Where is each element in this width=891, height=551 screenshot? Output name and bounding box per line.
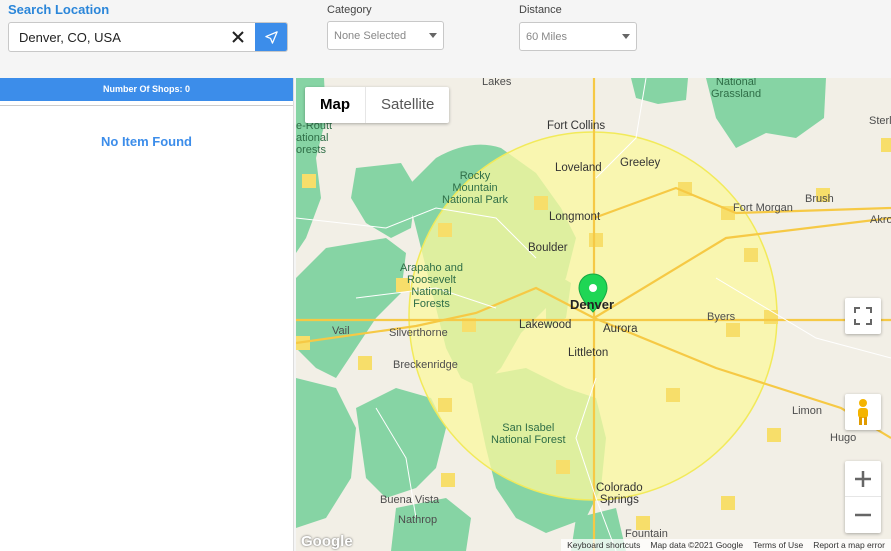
chevron-down-icon <box>622 34 630 39</box>
map-label-arapaho-roosevelt: Arapaho and Roosevelt National Forests <box>400 262 463 310</box>
map-label-national-grassland: National Grassland <box>711 78 762 100</box>
store-locator-page: Search Location Category None Selected D… <box>0 0 891 551</box>
map-label-breckenridge: Breckenridge <box>393 359 458 371</box>
map-label-fort-morgan: Fort Morgan <box>733 202 793 214</box>
map-label-rocky-mountain-np: Rocky Mountain National Park <box>442 170 509 206</box>
report-map-error-link[interactable]: Report a map error <box>813 539 885 551</box>
fullscreen-button[interactable] <box>845 298 881 334</box>
map-label-akron: Akro <box>870 214 891 226</box>
map-label-littleton: Littleton <box>568 347 609 359</box>
map-label-fort-collins: Fort Collins <box>547 120 606 132</box>
street-view-button[interactable] <box>845 394 881 430</box>
map-label-loveland: Loveland <box>555 162 602 174</box>
map-label-colorado-springs: Colorado Springs <box>596 482 643 506</box>
map-label-limon: Limon <box>792 405 822 417</box>
map-label-brush: Brush <box>805 193 834 205</box>
terms-of-use-link[interactable]: Terms of Use <box>753 539 803 551</box>
plus-icon <box>855 470 871 487</box>
keyboard-shortcuts-link[interactable]: Keyboard shortcuts <box>567 539 640 551</box>
empty-results-message: No Item Found <box>101 134 192 149</box>
map-label-denver: Denver <box>570 297 615 312</box>
map-footer: Keyboard shortcuts Map data ©2021 Google… <box>561 539 891 551</box>
map-label-greeley: Greeley <box>620 157 661 169</box>
map-label-routt: e-Routt ational orests <box>296 120 333 156</box>
distance-selected-value: 60 Miles <box>526 30 567 43</box>
map-type-map-button[interactable]: Map <box>305 87 365 123</box>
navigation-arrow-icon <box>264 30 278 44</box>
shop-count-bar: Number Of Shops: 0 <box>0 78 293 101</box>
zoom-controls <box>845 461 881 533</box>
results-panel: Number Of Shops: 0 No Item Found <box>0 78 294 551</box>
map-label-san-isabel: San Isabel National Forest <box>491 422 566 446</box>
search-box <box>8 22 288 52</box>
results-divider <box>0 101 293 106</box>
minus-icon <box>855 513 871 517</box>
map-label-lakes: Lakes <box>482 78 512 88</box>
map-label-buena-vista: Buena Vista <box>380 494 440 506</box>
locate-button[interactable] <box>255 23 287 51</box>
map-terrain <box>296 78 891 551</box>
category-selected-value: None Selected <box>334 29 407 42</box>
zoom-out-button[interactable] <box>845 497 881 533</box>
distance-select[interactable]: 60 Miles <box>519 22 637 51</box>
zoom-in-button[interactable] <box>845 461 881 497</box>
map-data-attribution: Map data ©2021 Google <box>650 540 744 550</box>
map-label-nathrop: Nathrop <box>398 514 438 526</box>
chevron-down-icon <box>429 33 437 38</box>
map-canvas[interactable]: Lakes National Grassland Fort Collins St… <box>296 78 891 551</box>
pegman-icon <box>858 399 868 425</box>
map-label-aurora: Aurora <box>603 323 638 335</box>
map-label-boulder: Boulder <box>528 242 568 254</box>
map-type-toggle: Map Satellite <box>305 87 450 123</box>
clear-search-button[interactable] <box>221 23 255 51</box>
map-label-byers: Byers <box>707 311 736 323</box>
category-label: Category <box>327 4 372 16</box>
google-logo: Google <box>301 533 353 550</box>
search-input[interactable] <box>9 23 221 51</box>
search-location-label: Search Location <box>8 2 110 17</box>
map-label-hugo: Hugo <box>830 432 857 444</box>
map-label-lakewood: Lakewood <box>519 319 572 331</box>
map-label-vail: Vail <box>332 325 350 337</box>
fullscreen-icon <box>854 307 872 325</box>
map-label-longmont: Longmont <box>549 211 601 223</box>
close-icon <box>232 31 244 43</box>
map-type-satellite-button[interactable]: Satellite <box>365 87 449 123</box>
category-select[interactable]: None Selected <box>327 21 444 50</box>
map-label-silverthorne: Silverthorne <box>389 327 448 339</box>
distance-label: Distance <box>519 4 562 16</box>
map-label-sterling: Sterl <box>869 115 891 127</box>
